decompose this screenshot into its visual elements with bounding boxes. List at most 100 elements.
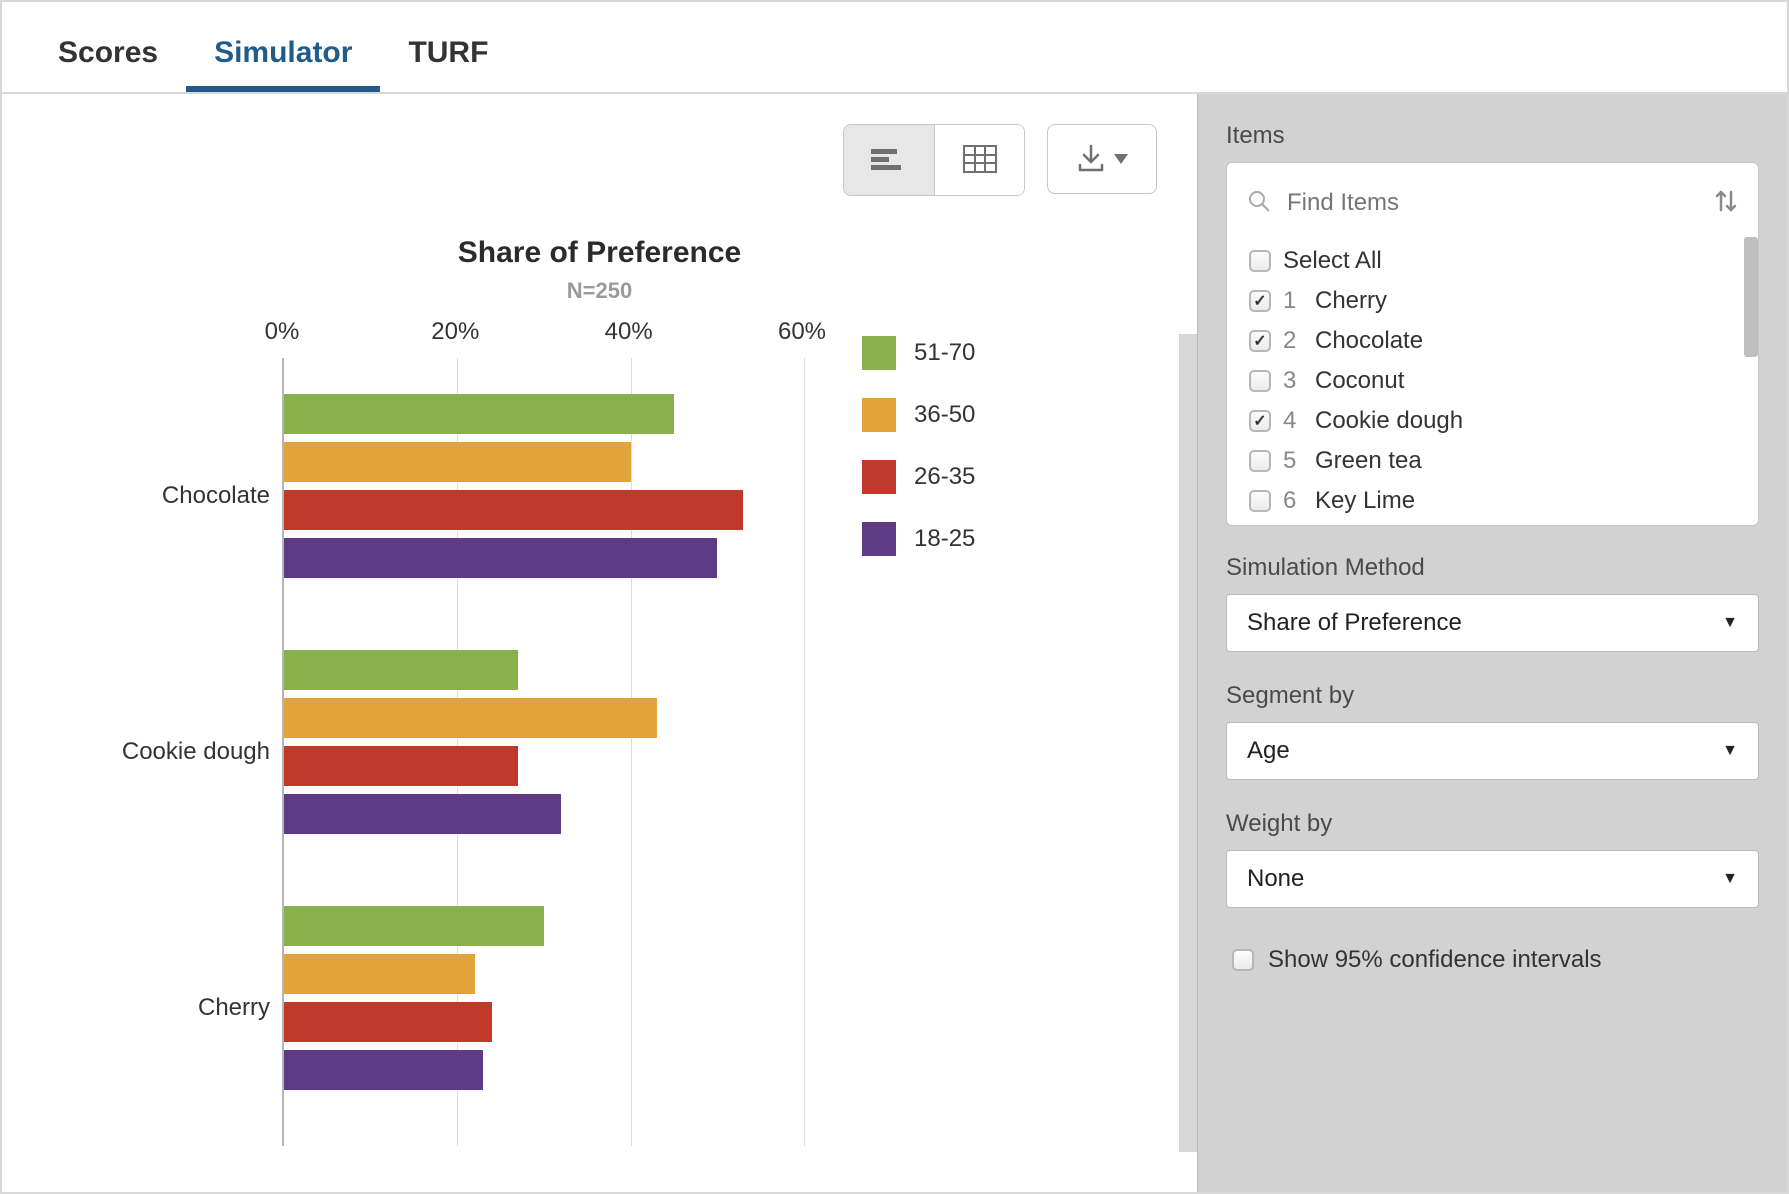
legend: 51-70 36-50 26-35 18-25	[862, 336, 975, 1172]
item-checkbox[interactable]	[1249, 410, 1271, 432]
side-panel: Items Select All 1 Cherry 2 Chocolate 3 Coconu…	[1197, 94, 1787, 1192]
items-card: Select All 1 Cherry 2 Chocolate 3 Coconut 4Cook…	[1226, 162, 1759, 526]
chart-pane: Share of Preference N=250 0% 20% 40% 60% Ch…	[2, 94, 1197, 1192]
tab-bar: Scores Simulator TURF	[2, 2, 1787, 94]
tab-simulator[interactable]: Simulator	[186, 18, 380, 92]
item-number: 6	[1283, 487, 1303, 515]
bar	[284, 442, 631, 482]
items-scrollbar[interactable]	[1744, 237, 1758, 357]
barchart-icon	[871, 145, 907, 176]
item-checkbox[interactable]	[1249, 290, 1271, 312]
item-label: Cherry	[1315, 287, 1387, 315]
weight-by-value: None	[1247, 865, 1304, 893]
legend-label: 51-70	[914, 339, 975, 367]
view-chart-button[interactable]	[844, 125, 934, 195]
item-row[interactable]: 2 Chocolate	[1245, 321, 1758, 361]
legend-swatch	[862, 460, 896, 494]
legend-item[interactable]: 36-50	[862, 398, 975, 432]
chart-title: Share of Preference	[42, 236, 1157, 270]
chart-titles: Share of Preference N=250	[42, 236, 1157, 304]
sort-icon[interactable]	[1714, 188, 1738, 219]
category-label: Chocolate	[42, 368, 282, 624]
segment-by-value: Age	[1247, 737, 1290, 765]
download-icon	[1076, 143, 1106, 176]
x-tick: 40%	[605, 318, 653, 346]
tab-turf[interactable]: TURF	[380, 18, 516, 92]
items-list: Select All 1 Cherry 2 Chocolate 3 Coconut 4Cook…	[1227, 237, 1758, 525]
bar	[284, 1002, 492, 1042]
item-row[interactable]: 5Green tea	[1245, 441, 1758, 481]
bar	[284, 954, 475, 994]
item-number: 1	[1283, 287, 1303, 315]
bar	[284, 490, 743, 530]
item-checkbox[interactable]	[1249, 330, 1271, 352]
item-label: Chocolate	[1315, 327, 1423, 355]
item-checkbox[interactable]	[1249, 450, 1271, 472]
bar-group	[284, 614, 802, 870]
items-section-label: Items	[1226, 122, 1759, 150]
legend-label: 36-50	[914, 401, 975, 429]
legend-item[interactable]: 51-70	[862, 336, 975, 370]
item-row[interactable]: 1 Cherry	[1245, 281, 1758, 321]
item-number: 4	[1283, 407, 1303, 435]
bar	[284, 746, 518, 786]
segment-by-label: Segment by	[1226, 682, 1759, 710]
item-label: Key Lime	[1315, 487, 1415, 515]
sim-method-label: Simulation Method	[1226, 554, 1759, 582]
bar	[284, 394, 674, 434]
plot-area-row: ChocolateCookie doughCherry	[42, 358, 802, 1146]
item-checkbox[interactable]	[1249, 250, 1271, 272]
view-toggle-group	[843, 124, 1025, 196]
plot-area	[282, 358, 802, 1146]
item-checkbox[interactable]	[1249, 490, 1271, 512]
item-number: 5	[1283, 447, 1303, 475]
bar	[284, 906, 544, 946]
caret-down-icon: ▼	[1722, 614, 1738, 632]
legend-swatch	[862, 522, 896, 556]
weight-by-label: Weight by	[1226, 810, 1759, 838]
legend-swatch	[862, 336, 896, 370]
x-tick: 0%	[265, 318, 300, 346]
item-row[interactable]: 6 Key Lime	[1245, 481, 1758, 521]
item-label: Coconut	[1315, 367, 1404, 395]
legend-label: 26-35	[914, 463, 975, 491]
chart-plot-wrap: 0%20%40%60% ChocolateCookie doughCherry	[42, 318, 802, 1172]
item-row[interactable]: 3 Coconut	[1245, 361, 1758, 401]
caret-down-icon: ▼	[1722, 870, 1738, 888]
ci-label: Show 95% confidence intervals	[1268, 946, 1602, 974]
item-row[interactable]: 4Cookie dough	[1245, 401, 1758, 441]
weight-by-select[interactable]: None ▼	[1226, 850, 1759, 908]
app-root: Scores Simulator TURF	[0, 0, 1789, 1194]
caret-down-icon: ▼	[1722, 742, 1738, 760]
x-tick: 20%	[431, 318, 479, 346]
sim-method-value: Share of Preference	[1247, 609, 1462, 637]
caret-down-icon	[1114, 152, 1128, 167]
ci-row: Show 95% confidence intervals	[1226, 938, 1759, 982]
legend-item[interactable]: 26-35	[862, 460, 975, 494]
search-icon	[1247, 189, 1271, 218]
item-number: 2	[1283, 327, 1303, 355]
segment-by-select[interactable]: Age ▼	[1226, 722, 1759, 780]
bar	[284, 538, 717, 578]
legend-label: 18-25	[914, 525, 975, 553]
ci-checkbox[interactable]	[1232, 949, 1254, 971]
chart-toolbar	[42, 124, 1157, 196]
chart-body: 0%20%40%60% ChocolateCookie doughCherry …	[42, 318, 1157, 1172]
view-table-button[interactable]	[934, 125, 1024, 195]
x-tick: 60%	[778, 318, 826, 346]
chart-scrollbar[interactable]	[1179, 334, 1197, 1152]
bar	[284, 698, 657, 738]
legend-item[interactable]: 18-25	[862, 522, 975, 556]
bar-group	[284, 870, 802, 1126]
item-row[interactable]: Select All	[1245, 241, 1758, 281]
tab-scores[interactable]: Scores	[30, 18, 186, 92]
bar	[284, 650, 518, 690]
item-checkbox[interactable]	[1249, 370, 1271, 392]
table-icon	[963, 145, 997, 176]
grid-line	[804, 358, 805, 1146]
find-items-input[interactable]	[1283, 183, 1714, 223]
x-axis: 0%20%40%60%	[42, 318, 802, 358]
download-button[interactable]	[1047, 124, 1157, 194]
sim-method-select[interactable]: Share of Preference ▼	[1226, 594, 1759, 652]
item-number: 3	[1283, 367, 1303, 395]
